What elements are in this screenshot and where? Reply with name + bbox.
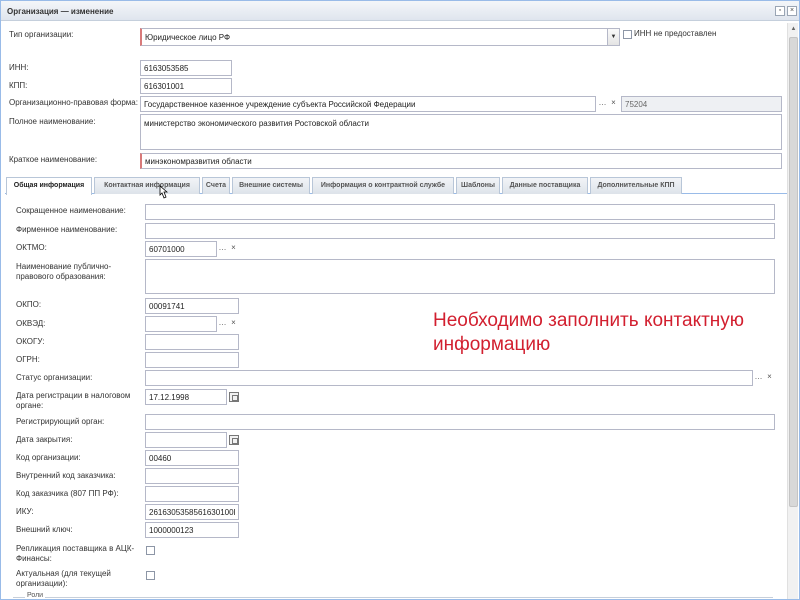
ellipsis-icon[interactable]: …: [217, 318, 228, 329]
tab-templates[interactable]: Шаблоны: [456, 177, 500, 194]
okved-label: ОКВЭД:: [16, 319, 46, 328]
replication-checkbox[interactable]: [146, 546, 155, 555]
reg-authority-field[interactable]: [145, 414, 775, 430]
calendar-icon[interactable]: [229, 435, 239, 445]
abbrev-name-field[interactable]: [145, 204, 775, 220]
tab-accounts[interactable]: Счета: [202, 177, 230, 194]
ellipsis-icon[interactable]: …: [753, 372, 764, 383]
iku-label: ИКУ:: [16, 507, 34, 516]
scroll-up-icon[interactable]: ▲: [789, 25, 798, 34]
org-type-combo[interactable]: Юридическое лицо РФ: [140, 28, 608, 46]
short-name-field[interactable]: минэкономразвития области: [140, 153, 782, 169]
organization-edit-window: Организация — изменение ▫ × Тип организа…: [0, 0, 800, 600]
inn-not-provided-checkbox[interactable]: [623, 30, 632, 39]
tab-contact-info[interactable]: Контактная информация: [94, 177, 200, 194]
inn-field[interactable]: 6163053585: [140, 60, 232, 76]
abbrev-name-label: Сокращенное наименование:: [16, 206, 126, 215]
okogu-label: ОКОГУ:: [16, 337, 45, 346]
oktmo-label: ОКТМО:: [16, 243, 47, 252]
clear-icon[interactable]: ×: [228, 318, 239, 329]
public-entity-textarea[interactable]: [145, 259, 775, 294]
internal-code-field[interactable]: [145, 468, 239, 484]
tab-external-systems[interactable]: Внешние системы: [232, 177, 310, 194]
ellipsis-icon[interactable]: …: [217, 243, 228, 254]
ogrn-label: ОГРН:: [16, 355, 40, 364]
close-date-field[interactable]: [145, 432, 227, 448]
full-name-textarea[interactable]: министерство экономического развития Рос…: [140, 114, 782, 150]
status-field[interactable]: [145, 370, 753, 386]
scrollbar-thumb[interactable]: [789, 37, 798, 507]
full-name-label: Полное наименование:: [9, 117, 96, 126]
clear-icon[interactable]: ×: [608, 98, 619, 109]
inn-not-provided-label: ИНН не предоставлен: [634, 29, 717, 38]
kpp-label: КПП:: [9, 81, 28, 90]
actual-checkbox[interactable]: [146, 571, 155, 580]
external-key-field[interactable]: 1000000123: [145, 522, 239, 538]
chevron-down-icon[interactable]: ▼: [608, 28, 620, 46]
org-type-label: Тип организации:: [9, 30, 74, 39]
replication-label: Репликация поставщика в АЦК-Финансы:: [16, 544, 135, 563]
clear-icon[interactable]: ×: [764, 372, 775, 383]
clear-icon[interactable]: ×: [228, 243, 239, 254]
roles-group-title: Роли: [25, 592, 46, 599]
okogu-field[interactable]: [145, 334, 239, 350]
tax-reg-date-field[interactable]: 17.12.1998: [145, 389, 227, 405]
mouse-cursor-icon: [159, 185, 168, 199]
calendar-icon[interactable]: [229, 392, 239, 402]
close-icon[interactable]: ×: [787, 6, 797, 16]
inn-label: ИНН:: [9, 63, 29, 72]
legal-form-label: Организационно-правовая форма:: [9, 98, 138, 107]
customer-code-label: Код заказчика (807 ПП РФ):: [16, 489, 119, 498]
tab-supplier-data[interactable]: Данные поставщика: [502, 177, 588, 194]
ogrn-field[interactable]: [145, 352, 239, 368]
okved-field[interactable]: [145, 316, 217, 332]
okpo-label: ОКПО:: [16, 300, 42, 309]
brand-name-label: Фирменное наименование:: [16, 225, 118, 234]
window-title: Организация — изменение: [7, 7, 114, 16]
tab-general-info[interactable]: Общая информация: [6, 177, 92, 195]
iku-field[interactable]: 2616305358561630100I: [145, 504, 239, 520]
vertical-scrollbar[interactable]: ▲: [787, 23, 798, 599]
legal-form-field[interactable]: Государственное казенное учреждение субъ…: [140, 96, 596, 112]
roles-group-border: [13, 597, 773, 598]
customer-code-field[interactable]: [145, 486, 239, 502]
tab-strip: Общая информация Контактная информация С…: [5, 176, 789, 195]
tab-contract-service[interactable]: Информация о контрактной службе: [312, 177, 454, 194]
brand-name-field[interactable]: [145, 223, 775, 239]
oktmo-field[interactable]: 60701000: [145, 241, 217, 257]
tax-reg-date-label: Дата регистрации в налоговом органе:: [16, 391, 131, 410]
close-date-label: Дата закрытия:: [16, 435, 73, 444]
internal-code-label: Внутренний код заказчика:: [16, 471, 116, 480]
public-entity-label: Наименование публично-правового образова…: [16, 262, 112, 281]
actual-label: Актуальная (для текущей организации):: [16, 569, 111, 588]
contact-info-required-notice: Необходимо заполнить контактную информац…: [433, 310, 745, 355]
status-label: Статус организации:: [16, 373, 93, 382]
org-code-label: Код организации:: [16, 453, 81, 462]
reg-authority-label: Регистрирующий орган:: [16, 417, 105, 426]
kpp-field[interactable]: 616301001: [140, 78, 232, 94]
org-code-field[interactable]: 00460: [145, 450, 239, 466]
restore-icon[interactable]: ▫: [775, 6, 785, 16]
external-key-label: Внешний ключ:: [16, 525, 73, 534]
tab-additional-kpp[interactable]: Дополнительные КПП: [590, 177, 682, 194]
legal-form-code-field: 75204: [621, 96, 782, 112]
window-titlebar: Организация — изменение ▫ ×: [1, 1, 799, 21]
short-name-label: Краткое наименование:: [9, 155, 98, 164]
ellipsis-icon[interactable]: …: [597, 98, 608, 109]
okpo-field[interactable]: 00091741: [145, 298, 239, 314]
